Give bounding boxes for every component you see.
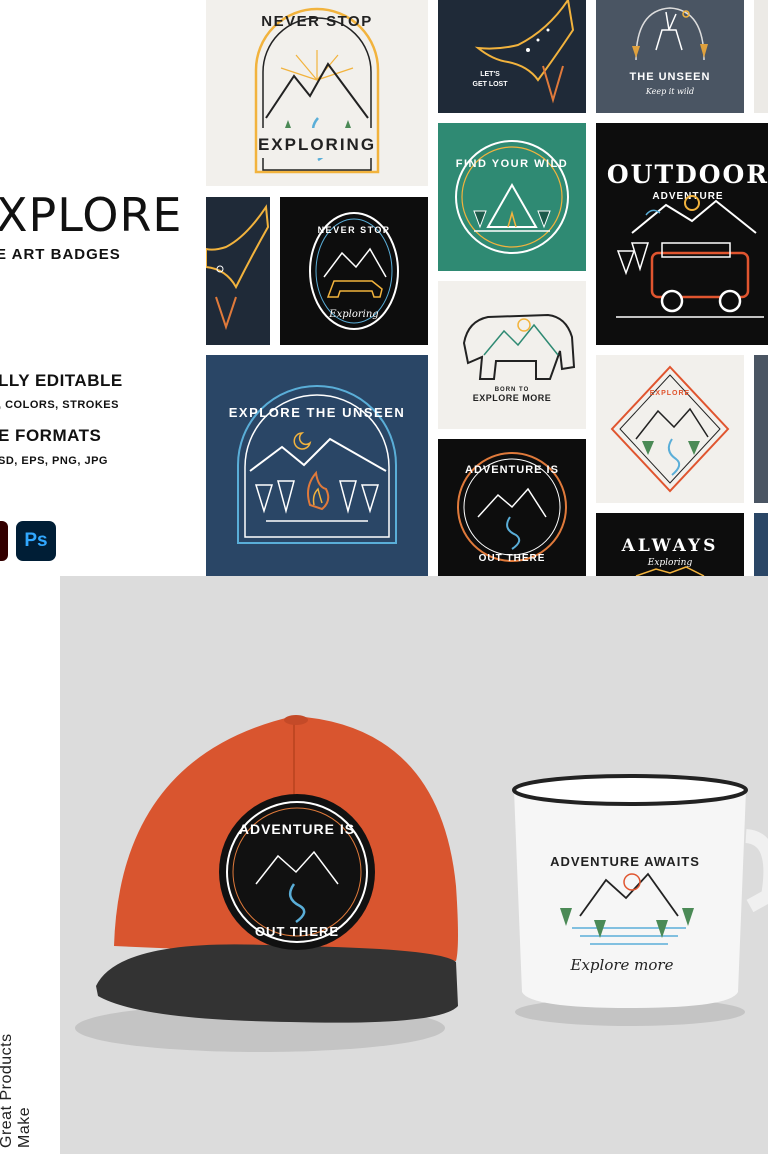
tile-edge-top-right [754,0,768,113]
badge-eagle-line2: GET LOST [473,81,509,88]
mug-arc-text: ADVENTURE AWAITS [550,854,700,869]
badge-always-exploring: ALWAYS Exploring [596,513,744,576]
badge-find-your-wild: FIND YOUR WILD [438,123,586,271]
feature-title-formats: E FORMATS [0,426,102,445]
badge-never-stop-bottom: EXPLORING [258,135,376,154]
badge-never-stop-exploring: EXPLORING NEVER STOP [206,0,428,186]
badge-deer-unseen: THE UNSEEN Keep it wild [596,0,744,113]
side-tagline-line1: Make [16,1106,33,1148]
badge-born-line2: EXPLORE MORE [473,393,552,403]
badge-outdoor-adventure: OUTDOOR ADVENTURE [596,123,768,345]
cap-badge-top: ADVENTURE IS [239,821,355,837]
photoshop-icon: Ps [16,521,56,561]
badge-eagle-partial [206,197,270,345]
badge-born-to-explore: BORN TO EXPLORE MORE [438,281,586,429]
badge-explore-diamond-text: EXPLORE [650,390,690,397]
badge-adventure-out-there: ADVENTURE IS OUT THERE [438,439,586,576]
tile-edge-bottom-right [754,513,768,576]
badge-deer-title: THE UNSEEN [630,71,711,83]
badge-always-title: ALWAYS [621,536,719,556]
product-title: XPLORE [0,188,183,242]
feature-desc-editable: , COLORS, STROKES [0,399,119,411]
badge-eagle-line1: LET'S [480,71,500,78]
side-tagline-line2: Great Products [0,1033,15,1148]
badge-bear-top: NEVER STOP [318,225,391,235]
tile-edge-mid-right [754,355,768,503]
badge-bear-never-stop: NEVER STOP Exploring [280,197,428,345]
badge-explore-the-unseen: EXPLORE THE UNSEEN [206,355,428,576]
badge-eagle-get-lost: LET'S GET LOST [438,0,586,113]
badge-adventure-top: ADVENTURE IS [465,464,559,476]
side-tagline: Great Products Make [0,1033,34,1148]
badge-find-wild-text: FIND YOUR WILD [456,158,568,170]
feature-title-editable: LLY EDITABLE [0,371,123,390]
mug-script: Explore more [570,956,674,974]
badge-deer-script: Keep it wild [645,87,694,96]
product-subtitle: E ART BADGES [0,246,121,263]
badge-unseen-text: EXPLORE THE UNSEEN [229,405,406,420]
product-mockup: ADVENTURE IS OUT THERE ADVENTURE AWAITS … [60,576,768,1154]
badge-adventure-bottom: OUT THERE [479,553,546,564]
badge-outdoor-title: OUTDOOR [607,160,768,189]
illustrator-icon [0,521,8,561]
badge-never-stop-top: NEVER STOP [261,13,372,30]
feature-desc-formats: SD, EPS, PNG, JPG [0,455,108,467]
badge-bear-script: Exploring [328,309,378,320]
cap-badge-bottom: OUT THERE [255,924,339,939]
badge-explore-diamond: EXPLORE [596,355,744,503]
